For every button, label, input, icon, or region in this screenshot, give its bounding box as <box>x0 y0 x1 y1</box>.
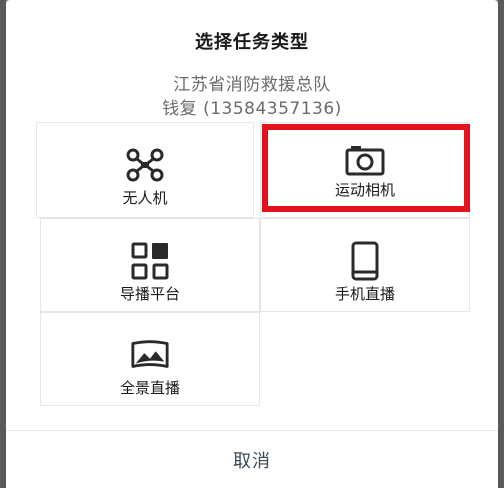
screen: 选择任务类型 江苏省消防救援总队 钱复 (13584357136) 无人机 运动… <box>0 0 504 488</box>
option-drone[interactable]: 无人机 <box>36 122 254 218</box>
grid-layout-icon <box>130 241 170 281</box>
option-label: 手机直播 <box>334 285 395 303</box>
user-info: 钱复 (13584357136) <box>162 99 342 119</box>
screen-edge-right <box>498 0 504 488</box>
option-broadcast-platform[interactable]: 导播平台 <box>40 218 260 312</box>
option-label: 导播平台 <box>119 285 180 303</box>
option-label: 运动相机 <box>334 181 395 199</box>
option-label: 全景直播 <box>119 379 180 397</box>
option-label: 无人机 <box>122 189 168 207</box>
action-camera-icon <box>345 141 385 181</box>
organization-name: 江苏省消防救援总队 <box>173 75 331 95</box>
option-mobile-live[interactable]: 手机直播 <box>260 218 470 312</box>
mobile-phone-icon <box>345 241 385 281</box>
drone-icon <box>125 145 165 185</box>
option-panorama-live[interactable]: 全景直播 <box>40 312 260 406</box>
panorama-icon <box>130 335 170 375</box>
dialog-title: 选择任务类型 <box>195 32 309 53</box>
task-type-dialog: 选择任务类型 江苏省消防救援总队 钱复 (13584357136) 无人机 运动… <box>6 0 498 488</box>
cancel-button[interactable]: 取消 <box>6 431 498 488</box>
option-action-camera[interactable]: 运动相机 <box>260 122 470 218</box>
